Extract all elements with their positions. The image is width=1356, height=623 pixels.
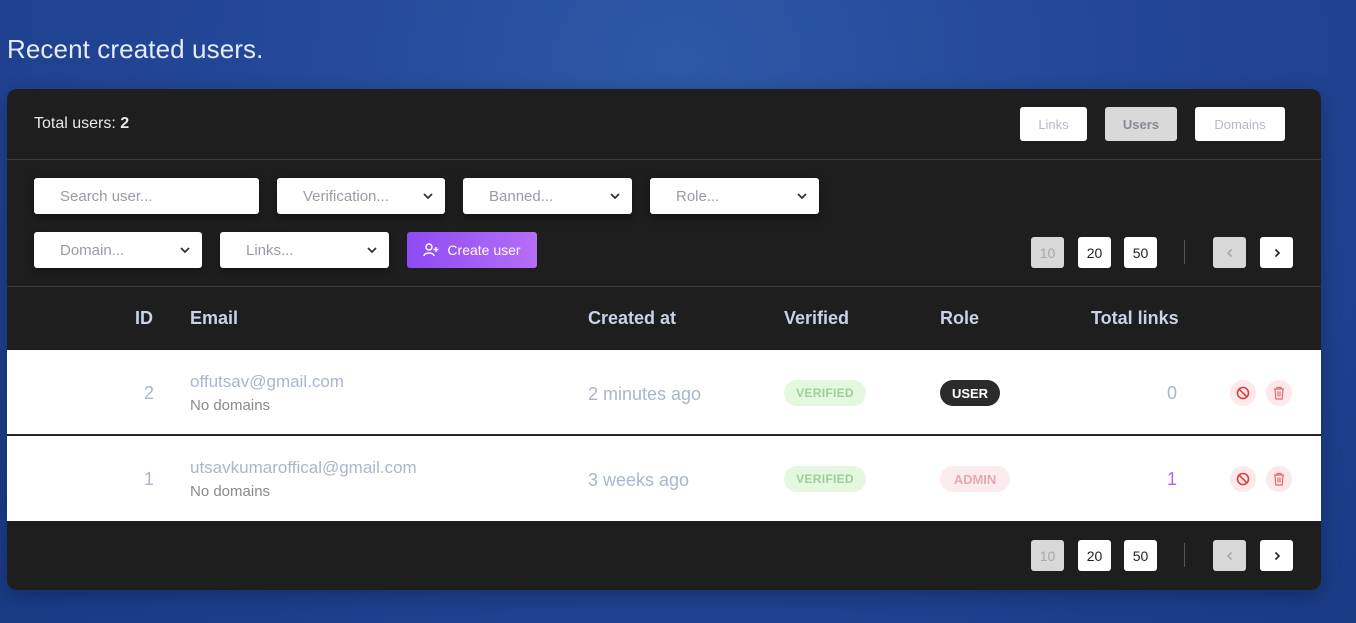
page-size-50[interactable]: 50 [1124,237,1157,268]
cell-email[interactable]: offutsav@gmail.com [190,372,344,392]
verification-select[interactable]: Verification... [277,178,445,214]
tab-links[interactable]: Links [1020,107,1087,141]
total-users-count: 2 [120,115,130,132]
page-size-20[interactable]: 20 [1078,237,1111,268]
cell-id: 1 [143,469,154,489]
create-user-button[interactable]: Create user [407,232,537,268]
col-verified: Verified [784,308,850,328]
cell-created-at: 2 minutes ago [588,384,702,404]
verified-badge: VERIFIED [784,466,866,492]
ban-user-button[interactable] [1230,466,1256,492]
ban-user-button[interactable] [1230,380,1256,406]
role-select-label: Role... [676,187,720,205]
create-user-label: Create user [447,242,521,258]
role-badge: USER [940,380,1000,406]
chevron-down-icon [180,247,190,254]
next-page-button[interactable] [1260,237,1293,268]
ban-icon [1236,472,1250,486]
banned-select-label: Banned... [489,187,554,205]
trash-icon [1274,386,1284,400]
cell-domains: No domains [190,483,271,500]
cell-total-links: 0 [1166,383,1177,403]
page-size-50[interactable]: 50 [1124,540,1157,571]
col-id: ID [135,308,153,328]
next-page-button[interactable] [1260,540,1293,571]
chevron-left-icon [1226,248,1232,257]
role-badge: ADMIN [940,466,1010,492]
chevron-down-icon [610,193,620,200]
verified-badge: VERIFIED [784,380,866,406]
users-table-card: Total users: 2 Links Users Domains Searc… [7,89,1321,590]
table-header: ID Email Created at Verified Role Total … [7,286,1321,350]
verification-select-label: Verification... [303,187,389,205]
banned-select[interactable]: Banned... [463,178,632,214]
page-size-10[interactable]: 10 [1031,540,1064,571]
table-row: 1 utsavkumaroffical@gmail.com No domains… [7,436,1321,521]
page-size-10[interactable]: 10 [1031,237,1064,268]
total-users-label: Total users: [34,115,116,132]
cell-id: 2 [143,383,154,403]
domain-select[interactable]: Domain... [34,232,202,268]
search-placeholder: Search user... [60,187,153,205]
links-select-label: Links... [246,241,294,259]
col-email: Email [190,308,239,328]
chevron-down-icon [423,193,433,200]
role-select[interactable]: Role... [650,178,819,214]
total-users: Total users: 2 [34,115,129,133]
page-size-20[interactable]: 20 [1078,540,1111,571]
col-role: Role [940,308,980,328]
tab-domains[interactable]: Domains [1195,107,1285,141]
chevron-down-icon [367,247,377,254]
table-row: 2 offutsav@gmail.com No domains 2 minute… [7,350,1321,435]
delete-user-button[interactable] [1266,466,1292,492]
chevron-right-icon [1274,551,1280,560]
cell-domains: No domains [190,397,271,414]
pagination-divider [1184,543,1185,567]
trash-icon [1274,472,1284,486]
cell-total-links: 1 [1166,469,1177,489]
search-input[interactable]: Search user... [34,178,259,214]
domain-select-label: Domain... [60,241,125,259]
delete-user-button[interactable] [1266,380,1292,406]
chevron-right-icon [1274,248,1280,257]
prev-page-button[interactable] [1213,237,1246,268]
pagination-divider [1184,240,1185,264]
add-user-icon [423,243,439,257]
page-title: Recent created users. [7,34,264,64]
tab-users[interactable]: Users [1105,107,1177,141]
cell-created-at: 3 weeks ago [588,470,690,490]
cell-email[interactable]: utsavkumaroffical@gmail.com [190,458,417,478]
prev-page-button[interactable] [1213,540,1246,571]
col-total-links: Total links [1091,308,1179,328]
chevron-left-icon [1226,551,1232,560]
links-select[interactable]: Links... [220,232,389,268]
ban-icon [1236,386,1250,400]
chevron-down-icon [797,193,807,200]
card-header: Total users: 2 Links Users Domains [7,89,1321,160]
col-created-at: Created at [588,308,677,328]
